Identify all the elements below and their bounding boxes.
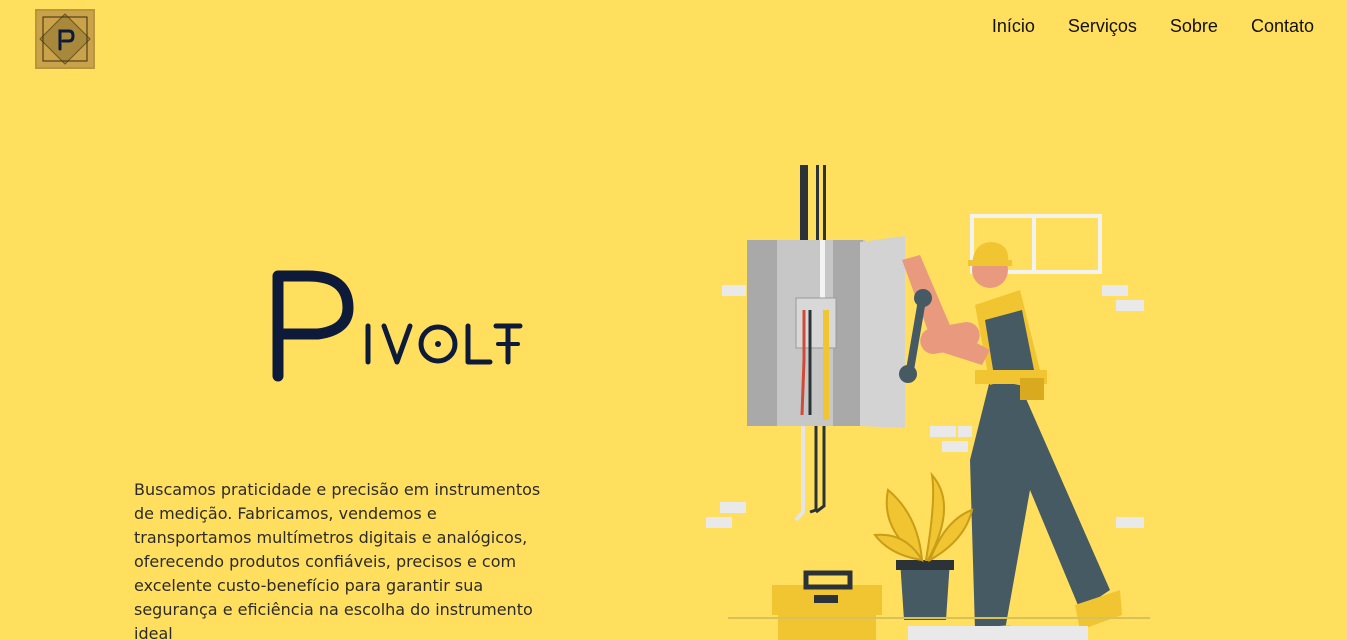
page: Início Serviços Sobre Contato Buscamos p… [0, 0, 1347, 640]
electrician-illustration [706, 165, 1150, 640]
main-nav: Início Serviços Sobre Contato [992, 15, 1314, 37]
nav-item-sobre[interactable]: Sobre [1170, 15, 1218, 37]
nav-item-contato[interactable]: Contato [1251, 15, 1314, 37]
hero-description: Buscamos praticidade e precisão em instr… [134, 480, 541, 640]
nav-item-servicos[interactable]: Serviços [1068, 15, 1137, 37]
pivolt-wordmark-logo [272, 270, 523, 382]
logo-badge-icon[interactable] [35, 9, 95, 69]
nav-item-inicio[interactable]: Início [992, 15, 1035, 37]
